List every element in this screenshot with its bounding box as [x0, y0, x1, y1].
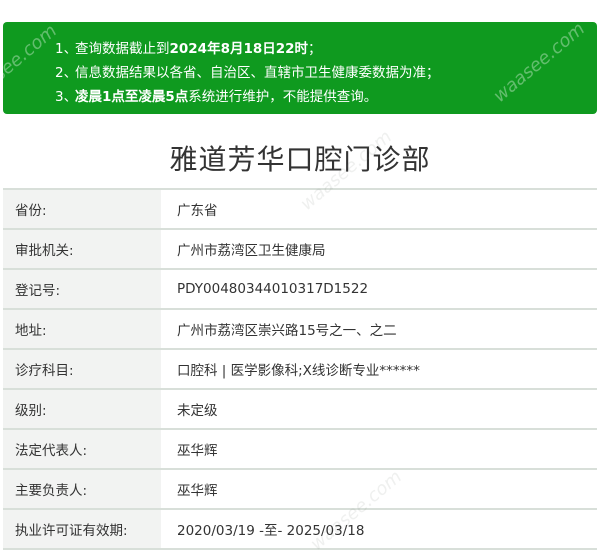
row-label: 执业许可证有效期: — [3, 510, 161, 548]
watermark-text: waasee.com — [0, 20, 62, 109]
notice-text-suffix: 系统进行维护，不能提供查询。 — [188, 89, 378, 105]
row-value: 未定级 — [177, 403, 218, 419]
table-row: 登记号: PDY00480344010317D1522 — [3, 270, 597, 310]
table-row: 省份: 广东省 — [3, 190, 597, 230]
row-label: 地址: — [3, 310, 161, 348]
notice-number: 3、 — [55, 89, 78, 105]
notice-item: 3、凌晨1点至凌晨5点系统进行维护，不能提供查询。 — [55, 85, 597, 109]
notice-text-suffix: ； — [308, 41, 322, 57]
table-row: 诊疗科目: 口腔科 | 医学影像科;X线诊断专业****** — [3, 350, 597, 390]
row-value: 广州市荔湾区卫生健康局 — [177, 243, 326, 259]
notice-bold-text: 2024年8月18日22时 — [169, 41, 309, 57]
notice-banner: 1、查询数据截止到2024年8月18日22时； 2、信息数据结果以各省、自治区、… — [0, 18, 597, 114]
row-label: 法定代表人: — [3, 430, 161, 468]
row-value: 巫华辉 — [177, 483, 218, 499]
row-value: 2020/03/19 -至- 2025/03/18 — [177, 523, 365, 539]
row-value: 口腔科 | 医学影像科;X线诊断专业****** — [177, 363, 420, 379]
table-row: 法定代表人: 巫华辉 — [3, 430, 597, 470]
table-row: 主要负责人: 巫华辉 — [3, 470, 597, 510]
notice-bold-text: 凌晨1点至凌晨5点 — [75, 89, 189, 105]
notice-item: 1、查询数据截止到2024年8月18日22时； — [55, 37, 597, 61]
row-label: 登记号: — [3, 270, 161, 308]
notice-text: 查询数据截止到 — [75, 41, 170, 57]
table-row: 地址: 广州市荔湾区崇兴路15号之一、之二 — [3, 310, 597, 350]
row-label: 主要负责人: — [3, 470, 161, 508]
table-row: 执业许可证有效期: 2020/03/19 -至- 2025/03/18 — [3, 510, 597, 550]
row-label: 省份: — [3, 190, 161, 228]
table-row: 审批机关: 广州市荔湾区卫生健康局 — [3, 230, 597, 270]
row-label: 审批机关: — [3, 230, 161, 268]
notice-item: 2、信息数据结果以各省、自治区、直辖市卫生健康委数据为准； — [55, 61, 597, 85]
page-title: 雅道芳华口腔门诊部 — [169, 143, 431, 176]
row-label: 级别: — [3, 390, 161, 428]
info-table: 省份: 广东省 审批机关: 广州市荔湾区卫生健康局 登记号: PDY004803… — [3, 188, 597, 550]
notice-number: 1、 — [55, 41, 78, 57]
table-row: 级别: 未定级 — [3, 390, 597, 430]
row-value: PDY00480344010317D1522 — [177, 281, 369, 297]
row-value: 广州市荔湾区崇兴路15号之一、之二 — [177, 323, 397, 339]
row-value: 广东省 — [177, 203, 218, 219]
notice-number: 2、 — [55, 65, 78, 81]
notice-text: 信息数据结果以各省、自治区、直辖市卫生健康委数据为准； — [75, 65, 440, 81]
row-label: 诊疗科目: — [3, 350, 161, 388]
row-value: 巫华辉 — [177, 443, 218, 459]
